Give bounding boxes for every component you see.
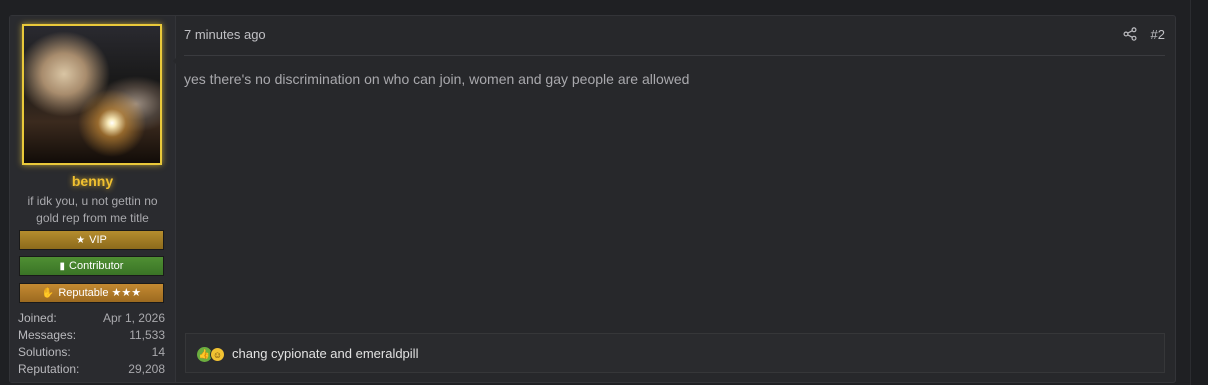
badge-reputable-label: Reputable ★★★ [58,287,142,299]
forum-post: benny if idk you, u not gettin no gold r… [9,15,1176,383]
star-icon: ★ [76,235,86,246]
badge-contributor-label: Contributor [69,260,124,272]
stat-value: 14 [151,345,165,359]
share-icon[interactable] [1123,27,1137,41]
reactions-bar: 👍 ☺ chang cypionate and emeraldpill [185,333,1165,373]
book-icon: ▮ [59,261,66,272]
stat-solutions: Solutions: 14 [18,344,165,361]
badge-vip: ★ VIP [19,230,164,250]
page-edge-panel [1190,0,1208,385]
stat-label: Solutions: [18,345,71,359]
user-panel: benny if idk you, u not gettin no gold r… [10,16,176,382]
badge-reputable: ✋ Reputable ★★★ [19,283,164,303]
post-message: yes there's no discrimination on who can… [184,71,690,87]
user-title: if idk you, u not gettin no gold rep fro… [27,194,158,225]
badge-vip-label: VIP [89,234,107,246]
stat-value: 11,533 [129,328,165,342]
user-stats: Joined: Apr 1, 2026 Messages: 11,533 Sol… [18,310,165,378]
stat-value: Apr 1, 2026 [102,311,165,325]
stat-value: 29,208 [128,362,165,376]
post-main: 7 minutes ago #2 yes there's no discrimi… [176,16,1175,382]
stat-reputation: Reputation: 29,208 [18,361,165,378]
post-number-link[interactable]: #2 [1151,27,1165,42]
handshake-icon: ✋ [41,288,55,299]
stat-messages: Messages: 11,533 [18,327,165,344]
username-link[interactable]: benny [10,173,175,189]
laugh-icon: ☺ [210,347,225,362]
stat-label: Joined: [18,311,57,325]
user-avatar[interactable] [22,24,162,165]
post-timestamp-link[interactable]: 7 minutes ago [184,27,266,42]
header-divider [184,55,1165,56]
stat-label: Reputation: [18,362,80,376]
badge-contributor: ▮ Contributor [19,256,164,276]
reactions-list-link[interactable]: chang cypionate and emeraldpill [232,346,418,361]
stat-joined: Joined: Apr 1, 2026 [18,310,165,327]
stat-label: Messages: [18,328,77,342]
